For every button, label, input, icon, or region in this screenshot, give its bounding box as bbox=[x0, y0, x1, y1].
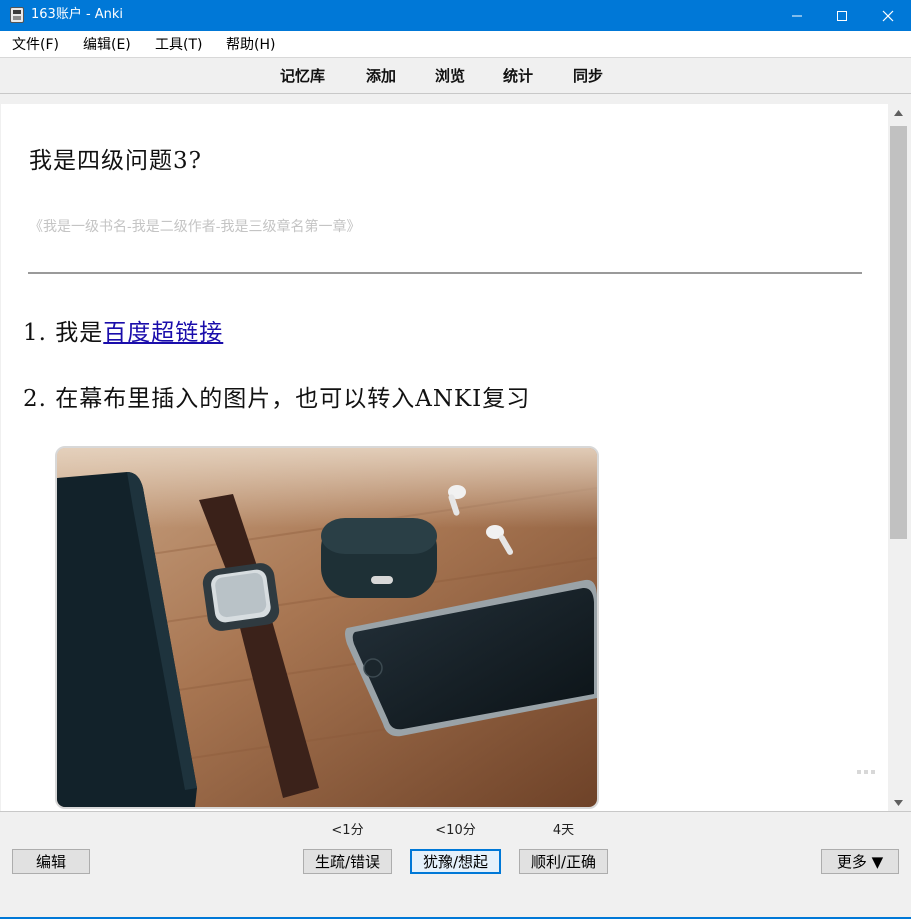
answer-bar: 编辑 <1分 生疏/错误 <10分 犹豫/想起 4天 顺利/正确 更多 ▼ bbox=[0, 811, 911, 919]
anki-app-icon bbox=[10, 7, 24, 23]
answer-line-2-number: 2. bbox=[23, 386, 47, 412]
answer-line-1-prefix: 我是 bbox=[55, 320, 104, 346]
close-button[interactable] bbox=[865, 0, 911, 31]
title-bar[interactable]: 163账户 - Anki bbox=[0, 0, 911, 31]
photo-icon bbox=[57, 448, 597, 807]
toolbar-browse[interactable]: 浏览 bbox=[435, 67, 465, 85]
scrollbar-thumb[interactable] bbox=[890, 126, 907, 539]
menu-bar: 文件(F) 编辑(E) 工具(T) 帮助(H) bbox=[0, 31, 911, 58]
more-button[interactable]: 更多 ▼ bbox=[821, 849, 899, 874]
minimize-button[interactable] bbox=[774, 0, 820, 31]
toolbar-sync[interactable]: 同步 bbox=[573, 67, 603, 85]
easy-button[interactable]: 顺利/正确 bbox=[519, 849, 608, 874]
card-question: 我是四级问题3? bbox=[29, 148, 202, 174]
toolbar-add[interactable]: 添加 bbox=[366, 67, 396, 85]
window-title: 163账户 - Anki bbox=[31, 7, 124, 22]
card-source: 《我是一级书名-我是二级作者-我是三级章名第一章》 bbox=[29, 219, 361, 235]
answer-line-1-number: 1. bbox=[23, 320, 47, 346]
good-button[interactable]: 犹豫/想起 bbox=[410, 849, 501, 874]
menu-file[interactable]: 文件(F) bbox=[12, 37, 59, 53]
interval-easy: 4天 bbox=[552, 823, 575, 838]
answer-line-1: 1. 我是百度超链接 bbox=[23, 318, 223, 348]
maximize-icon bbox=[837, 10, 847, 21]
close-icon bbox=[882, 10, 894, 21]
card-reviewer: 我是四级问题3? 《我是一级书名-我是二级作者-我是三级章名第一章》 1. 我是… bbox=[1, 104, 888, 811]
answer-divider bbox=[28, 272, 862, 274]
card-image bbox=[55, 446, 599, 809]
toolbar-decks[interactable]: 记忆库 bbox=[280, 67, 325, 85]
edit-button[interactable]: 编辑 bbox=[12, 849, 90, 874]
menu-help[interactable]: 帮助(H) bbox=[226, 37, 275, 53]
baidu-hyperlink[interactable]: 百度超链接 bbox=[103, 320, 223, 346]
menu-tools[interactable]: 工具(T) bbox=[155, 37, 202, 53]
main-toolbar: 记忆库 添加 浏览 统计 同步 bbox=[0, 58, 911, 94]
scroll-down-arrow-icon[interactable] bbox=[888, 794, 909, 811]
menu-edit[interactable]: 编辑(E) bbox=[83, 37, 131, 53]
vertical-scrollbar[interactable] bbox=[888, 104, 909, 811]
resize-grip-icon[interactable] bbox=[857, 770, 877, 774]
maximize-button[interactable] bbox=[819, 0, 865, 31]
answer-line-2-text: 在幕布里插入的图片，也可以转入ANKI复习 bbox=[55, 386, 531, 412]
scroll-up-arrow-icon[interactable] bbox=[888, 104, 909, 121]
interval-hard: <10分 bbox=[435, 823, 476, 838]
toolbar-stats[interactable]: 统计 bbox=[503, 67, 533, 85]
again-button[interactable]: 生疏/错误 bbox=[303, 849, 392, 874]
minimize-icon bbox=[792, 15, 802, 16]
interval-again: <1分 bbox=[331, 823, 364, 838]
answer-line-2: 2. 在幕布里插入的图片，也可以转入ANKI复习 bbox=[23, 384, 530, 414]
